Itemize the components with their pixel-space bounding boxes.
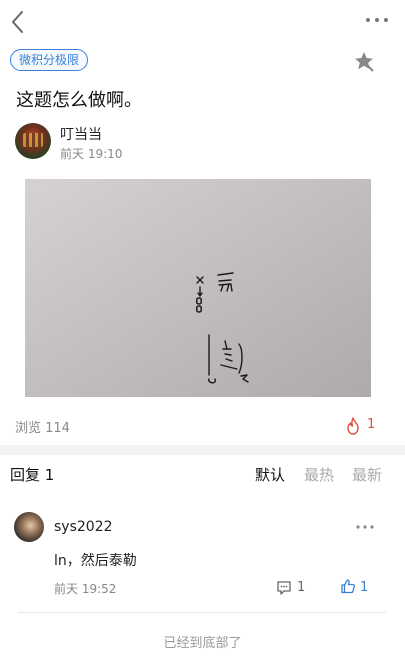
reply-time: 前天 19:52 [54, 582, 117, 596]
sort-new-tab[interactable]: 最新 [352, 464, 382, 485]
end-of-list-text: 已经到底部了 [163, 636, 242, 651]
section-divider [0, 445, 405, 455]
chevron-left-icon[interactable] [6, 8, 30, 36]
sort-default-tab[interactable]: 默认 [255, 464, 285, 485]
reply-count-header: 回复 1 [10, 466, 55, 484]
thumbs-up-icon[interactable] [340, 578, 356, 594]
comment-icon[interactable] [276, 580, 292, 595]
top-bar [0, 0, 405, 44]
reply-avatar[interactable] [14, 512, 44, 542]
question-photo[interactable] [25, 179, 371, 397]
like-count: 1 [360, 580, 369, 595]
author-name[interactable]: 叮当当 [60, 124, 102, 144]
reply-text: ln，然后泰勒 [54, 553, 137, 569]
handwritten-math-image [25, 179, 371, 397]
fire-count: 1 [367, 417, 376, 432]
view-count: 浏览 114 [15, 421, 70, 436]
post-page: 微积分极限 这题怎么做啊。 叮当当 前天 19:10 浏览 114 1 回复 1… [0, 0, 405, 670]
more-horizontal-icon[interactable] [355, 522, 375, 532]
more-horizontal-icon[interactable] [365, 12, 389, 28]
star-icon[interactable] [353, 50, 375, 72]
reply-username[interactable]: sys2022 [54, 519, 113, 535]
post-title: 这题怎么做啊。 [16, 90, 142, 111]
topic-tag[interactable]: 微积分极限 [10, 49, 89, 71]
post-time: 前天 19:10 [60, 147, 123, 161]
sort-hot-tab[interactable]: 最热 [304, 464, 334, 485]
fire-icon[interactable] [345, 417, 361, 435]
author-avatar[interactable] [15, 123, 51, 159]
comment-count: 1 [297, 580, 306, 595]
divider [18, 612, 386, 613]
